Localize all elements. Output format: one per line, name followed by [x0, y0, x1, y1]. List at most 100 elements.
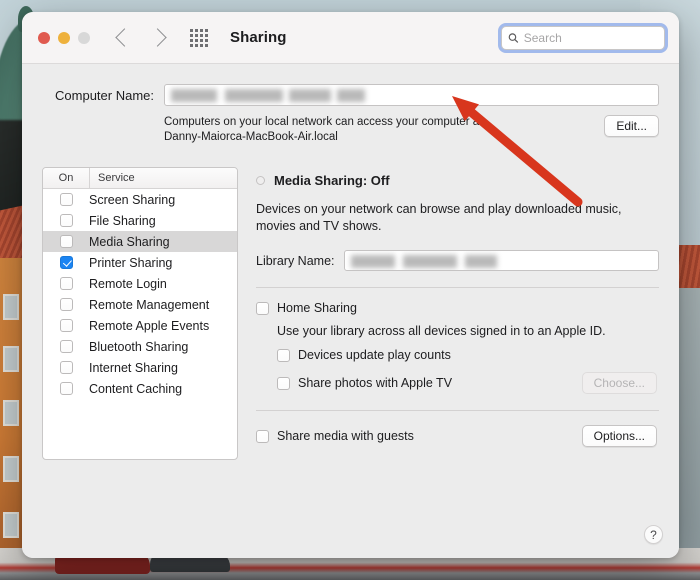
navigation-buttons: [115, 28, 167, 47]
wallpaper-window: [3, 400, 19, 426]
service-checkbox[interactable]: [59, 298, 73, 311]
sharing-split-view: On Service Screen Sharing File Sharing Med…: [42, 167, 659, 460]
computer-name-label: Computer Name:: [55, 87, 154, 103]
service-row-remote-login[interactable]: Remote Login: [43, 273, 237, 294]
media-sharing-description: Devices on your network can browse and p…: [256, 202, 622, 233]
service-on-cell: [43, 193, 89, 206]
service-checkbox[interactable]: [59, 193, 73, 206]
service-row-remote-management[interactable]: Remote Management: [43, 294, 237, 315]
service-checkbox[interactable]: [59, 340, 73, 353]
service-on-cell: [43, 214, 89, 227]
wallpaper-window: [3, 512, 19, 538]
service-checkbox[interactable]: [59, 235, 73, 248]
services-table-header: On Service: [43, 168, 237, 189]
page-title: Sharing: [230, 29, 287, 46]
service-row-printer-sharing[interactable]: Printer Sharing: [43, 252, 237, 273]
search-icon: [508, 32, 519, 43]
service-on-cell: [43, 361, 89, 374]
service-checkbox[interactable]: [59, 319, 73, 332]
service-on-cell: [43, 256, 89, 269]
service-row-content-caching[interactable]: Content Caching: [43, 378, 237, 399]
home-sharing-note: Use your library across all devices sign…: [277, 324, 606, 338]
zoom-button: [78, 31, 90, 44]
wallpaper-window: [3, 456, 19, 482]
share-photos-apple-tv-label: Share photos with Apple TV: [298, 376, 453, 390]
service-row-bluetooth-sharing[interactable]: Bluetooth Sharing: [43, 336, 237, 357]
home-sharing-checkbox[interactable]: [256, 301, 269, 315]
service-row-internet-sharing[interactable]: Internet Sharing: [43, 357, 237, 378]
media-sharing-detail-pane: Media Sharing: Off Devices on your netwo…: [238, 167, 659, 460]
service-on-cell: [43, 298, 89, 311]
service-name-label: Bluetooth Sharing: [89, 339, 189, 354]
column-header-service: Service: [89, 168, 237, 188]
computer-name-description-row: Computers on your local network can acce…: [164, 115, 659, 145]
computer-name-description: Computers on your local network can acce…: [164, 115, 604, 145]
service-on-cell: [43, 235, 89, 248]
choose-button: Choose...: [581, 372, 657, 394]
share-photos-apple-tv-checkbox[interactable]: [277, 376, 290, 390]
services-table-body: Screen Sharing File Sharing Media Sharing P…: [43, 189, 237, 399]
share-media-with-guests-checkbox[interactable]: [256, 429, 269, 443]
window-titlebar: Sharing: [22, 12, 679, 64]
devices-update-play-counts-label: Devices update play counts: [298, 348, 451, 362]
share-photos-apple-tv-row[interactable]: Share photos with Apple TV Choose...: [277, 372, 659, 394]
search-input[interactable]: [523, 30, 658, 45]
service-name-label: Content Caching: [89, 381, 183, 396]
service-name-label: Internet Sharing: [89, 360, 178, 375]
wallpaper-window: [3, 346, 19, 372]
options-button[interactable]: Options...: [581, 425, 657, 447]
service-checkbox[interactable]: [59, 382, 73, 395]
status-indicator-icon: [256, 176, 265, 185]
service-name-label: Printer Sharing: [89, 255, 173, 270]
service-name-label: Remote Management: [89, 297, 210, 312]
service-checkbox[interactable]: [59, 361, 73, 374]
service-on-cell: [43, 382, 89, 395]
help-button[interactable]: ?: [644, 525, 663, 544]
service-name-label: Screen Sharing: [89, 192, 176, 207]
media-sharing-status-row: Media Sharing: Off: [256, 173, 659, 188]
service-name-label: Remote Login: [89, 276, 167, 291]
service-checkbox[interactable]: [59, 256, 73, 269]
service-name-label: Remote Apple Events: [89, 318, 210, 333]
services-table: On Service Screen Sharing File Sharing Med…: [42, 167, 238, 460]
library-name-label: Library Name:: [256, 253, 335, 268]
edit-button[interactable]: Edit...: [604, 115, 659, 137]
computer-name-hostname: Danny-Maiorca-MacBook-Air.local: [164, 131, 338, 143]
devices-update-play-counts-row[interactable]: Devices update play counts: [277, 348, 659, 362]
service-row-file-sharing[interactable]: File Sharing: [43, 210, 237, 231]
wallpaper-window: [3, 294, 19, 320]
library-name-field[interactable]: [343, 250, 659, 271]
computer-name-field[interactable]: [164, 84, 659, 106]
search-field[interactable]: [501, 25, 665, 50]
column-header-on: On: [58, 172, 74, 184]
system-preferences-window: Sharing Computer Name: Computers on your…: [22, 12, 679, 558]
service-checkbox[interactable]: [59, 214, 73, 227]
chevron-right-icon[interactable]: [148, 28, 167, 47]
divider: [256, 287, 659, 288]
computer-name-description-line1: Computers on your local network can acce…: [164, 116, 486, 128]
close-button[interactable]: [38, 31, 50, 44]
home-sharing-label: Home Sharing: [277, 301, 357, 315]
service-on-cell: [43, 340, 89, 353]
service-name-label: Media Sharing: [89, 234, 170, 249]
service-row-media-sharing[interactable]: Media Sharing: [43, 231, 237, 252]
media-sharing-status-label: Media Sharing: Off: [274, 173, 390, 188]
service-row-remote-apple-events[interactable]: Remote Apple Events: [43, 315, 237, 336]
service-name-label: File Sharing: [89, 213, 156, 228]
home-sharing-row[interactable]: Home Sharing: [256, 301, 659, 315]
service-row-screen-sharing[interactable]: Screen Sharing: [43, 189, 237, 210]
service-on-cell: [43, 277, 89, 290]
share-media-with-guests-row[interactable]: Share media with guests Options...: [256, 425, 659, 447]
minimize-button[interactable]: [58, 31, 70, 44]
chevron-left-icon[interactable]: [115, 28, 134, 47]
share-media-with-guests-label: Share media with guests: [277, 429, 414, 443]
library-name-row: Library Name:: [256, 250, 659, 271]
service-checkbox[interactable]: [59, 277, 73, 290]
preferences-content: Computer Name: Computers on your local n…: [22, 64, 679, 558]
grid-show-all-icon[interactable]: [190, 28, 208, 47]
divider: [256, 410, 659, 411]
traffic-light-group: [38, 31, 90, 44]
computer-name-row: Computer Name:: [42, 84, 659, 106]
devices-update-play-counts-checkbox[interactable]: [277, 348, 290, 362]
service-on-cell: [43, 319, 89, 332]
